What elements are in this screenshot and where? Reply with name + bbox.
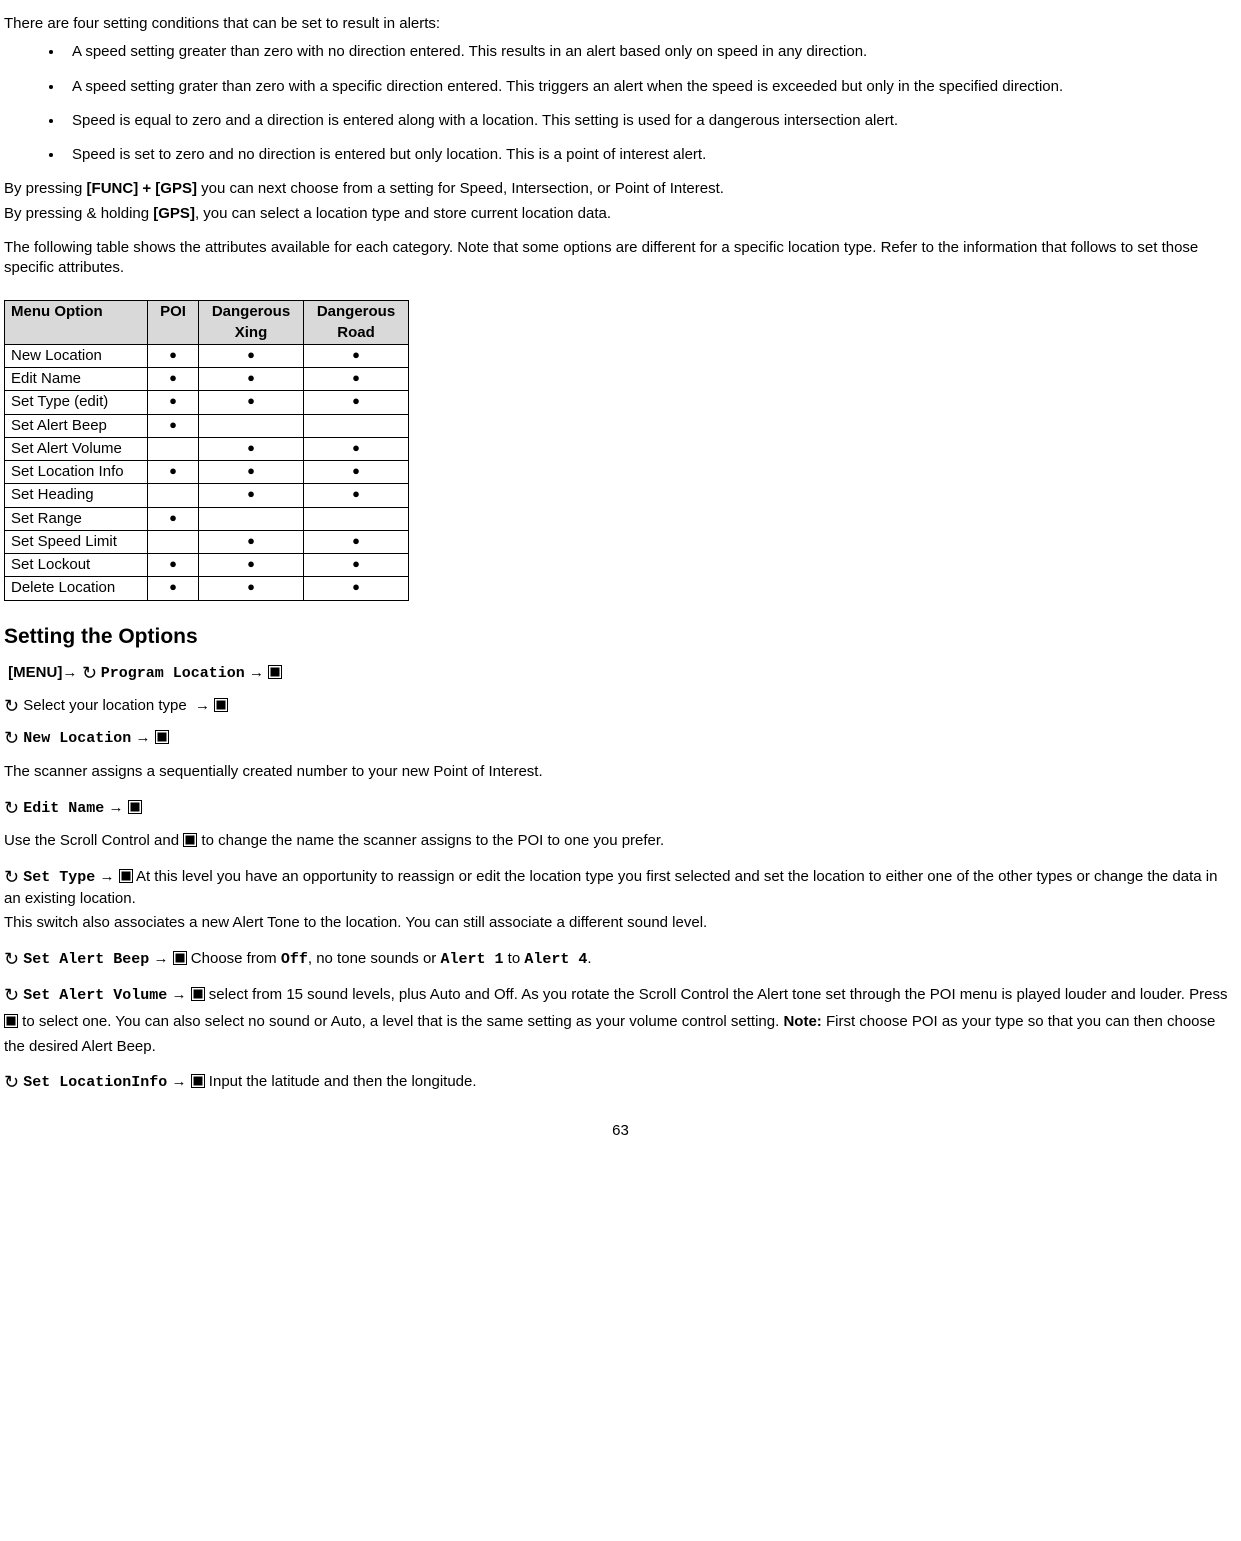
text-fragment: , you can select a location type and sto…	[195, 205, 611, 222]
table-row: New Location●●●	[5, 344, 409, 367]
list-item: A speed setting grater than zero with a …	[64, 77, 1237, 97]
press-icon	[173, 951, 187, 965]
text-fragment: At this level you have an opportunity to…	[4, 868, 1217, 906]
intro-text: There are four setting conditions that c…	[4, 14, 1237, 34]
press-icon	[155, 730, 169, 744]
press-icon	[128, 800, 142, 814]
step-edit-name: ↺ Edit Name →	[4, 798, 1237, 819]
press-icon	[214, 698, 228, 712]
text-fragment: to	[503, 950, 524, 967]
arrow-icon: →	[171, 1073, 186, 1090]
arrow-icon: →	[135, 729, 150, 746]
step-set-location-info: ↺ Set LocationInfo → Input the latitude …	[4, 1072, 1237, 1093]
list-item: A speed setting greater than zero with n…	[64, 42, 1237, 62]
text-fragment: Choose from	[187, 950, 281, 967]
table-row: Edit Name●●●	[5, 368, 409, 391]
page-number: 63	[4, 1121, 1237, 1141]
arrow-icon: →	[99, 868, 114, 885]
table-row: Set Range●	[5, 507, 409, 530]
table-row: Set Speed Limit●●	[5, 530, 409, 553]
text-fragment: to select one. You can also select no so…	[18, 1013, 783, 1030]
label-set-alert-volume: Set Alert Volume	[23, 987, 167, 1004]
th-dangerous-xing: Dangerous Xing	[199, 301, 304, 345]
key-func-gps: [FUNC] + [GPS]	[87, 180, 197, 197]
th-dangerous-road: Dangerous Road	[304, 301, 409, 345]
table-row: Set Alert Beep●	[5, 414, 409, 437]
arrow-icon: →	[153, 950, 168, 967]
arrow-icon: →	[108, 799, 123, 816]
arrow-icon: →	[62, 664, 77, 681]
step-select-type: ↺ Select your location type →	[4, 696, 1237, 716]
step-set-alert-volume: ↺ Set Alert Volume → select from 15 soun…	[4, 982, 1237, 1060]
set-type-body2: This switch also associates a new Alert …	[4, 913, 1237, 933]
section-heading: Setting the Options	[4, 623, 1237, 651]
label-alert4: Alert 4	[524, 951, 587, 968]
press-icon	[191, 987, 205, 1001]
rotate-icon: ↺	[4, 801, 19, 815]
arrow-icon: →	[195, 697, 210, 714]
key-gps: [GPS]	[153, 205, 195, 222]
table-row: Delete Location●●●	[5, 577, 409, 600]
text-fragment: , no tone sounds or	[308, 950, 441, 967]
rotate-icon: ↺	[4, 1075, 19, 1089]
text-fragment: select from 15 sound levels, plus Auto a…	[205, 986, 1228, 1003]
table-row: Set Heading●●	[5, 484, 409, 507]
arrow-icon: →	[249, 664, 264, 681]
table-row: Set Alert Volume●●	[5, 437, 409, 460]
label-select-type: Select your location type	[23, 697, 186, 714]
conditions-list: A speed setting greater than zero with n…	[4, 42, 1237, 165]
note-label: Note:	[783, 1013, 821, 1030]
press-icon	[268, 665, 282, 679]
th-menu-option: Menu Option	[5, 301, 148, 345]
press-icon	[191, 1074, 205, 1088]
label-off: Off	[281, 951, 308, 968]
rotate-icon: ↺	[4, 952, 19, 966]
list-item: Speed is equal to zero and a direction i…	[64, 111, 1237, 131]
rotate-icon: ↺	[4, 731, 19, 745]
table-row: Set Lockout●●●	[5, 554, 409, 577]
text-fragment: to change the name the scanner assigns t…	[197, 832, 664, 849]
text-fragment: By pressing & holding	[4, 205, 153, 222]
press-func-gps: By pressing [FUNC] + [GPS] you can next …	[4, 179, 1237, 199]
step-menu-program-location: [MENU]→ ↺ Program Location →	[4, 663, 1237, 684]
arrow-icon: →	[171, 986, 186, 1003]
text-fragment: you can next choose from a setting for S…	[197, 180, 724, 197]
table-row: Set Type (edit)●●●	[5, 391, 409, 414]
step-set-type: ↺ Set Type → At this level you have an o…	[4, 867, 1237, 909]
step-new-location: ↺ New Location →	[4, 728, 1237, 749]
text-fragment: By pressing	[4, 180, 87, 197]
edit-name-body: Use the Scroll Control and to change the…	[4, 831, 1237, 851]
label-set-alert-beep: Set Alert Beep	[23, 951, 149, 968]
new-location-body: The scanner assigns a sequentially creat…	[4, 762, 1237, 782]
step-set-alert-beep: ↺ Set Alert Beep → Choose from Off, no t…	[4, 949, 1237, 970]
rotate-icon: ↺	[4, 988, 19, 1002]
label-program-location: Program Location	[101, 665, 245, 682]
label-new-location: New Location	[23, 730, 131, 747]
press-icon	[183, 833, 197, 847]
table-row: Set Location Info●●●	[5, 461, 409, 484]
press-icon	[119, 869, 133, 883]
label-edit-name: Edit Name	[23, 800, 104, 817]
label-set-type: Set Type	[23, 869, 95, 886]
table-intro: The following table shows the attributes…	[4, 238, 1237, 279]
attributes-table: Menu Option POI Dangerous Xing Dangerous…	[4, 300, 409, 600]
label-alert1: Alert 1	[440, 951, 503, 968]
text-fragment: .	[587, 950, 591, 967]
list-item: Speed is set to zero and no direction is…	[64, 145, 1237, 165]
key-menu: [MENU]	[8, 664, 62, 681]
th-poi: POI	[148, 301, 199, 345]
text-fragment: Input the latitude and then the longitud…	[205, 1073, 477, 1090]
rotate-icon: ↺	[4, 870, 19, 884]
label-set-location-info: Set LocationInfo	[23, 1074, 167, 1091]
press-hold-gps: By pressing & holding [GPS], you can sel…	[4, 204, 1237, 224]
text-fragment: Use the Scroll Control and	[4, 832, 183, 849]
rotate-icon: ↺	[82, 666, 97, 680]
rotate-icon: ↺	[4, 699, 19, 713]
press-icon	[4, 1014, 18, 1028]
